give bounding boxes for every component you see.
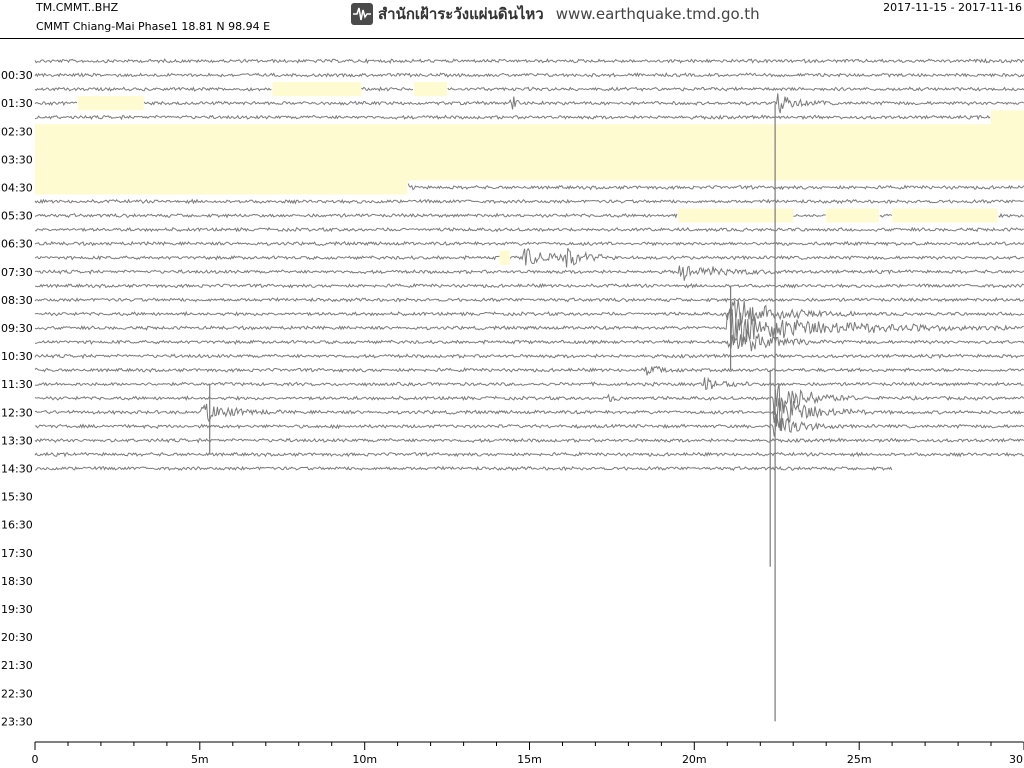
data-gap-8 [35,180,408,195]
x-tick-label-0: 0 [32,753,39,766]
data-gap-12 [499,250,510,265]
trace-row-2 [34,86,1024,92]
trace-row-28 [34,451,1024,458]
y-tick-label-11: 11:30 [1,378,33,391]
trace-row-20 [34,329,1024,352]
data-gap-2 [77,96,144,111]
y-tick-label-0: 00:30 [1,69,33,82]
trace-row-3 [34,93,1024,114]
trace-row-21 [34,353,1024,360]
data-gap-4 [35,124,1024,139]
trace-row-24 [34,383,1024,415]
x-axis: 0 5m 10m 15m 20m 25m 30 [32,741,1024,766]
y-tick-label-5: 05:30 [1,210,33,223]
y-tick-label-8: 08:30 [1,294,33,307]
trace-row-17 [34,296,1024,303]
y-tick-label-20: 20:30 [1,631,33,644]
data-gap-6 [35,152,1024,167]
trace-row-29 [34,465,893,472]
y-tick-label-7: 07:30 [1,266,33,279]
y-tick-label-12: 12:30 [1,406,33,419]
trace-row-22 [34,365,1024,376]
data-gap-5 [35,138,1024,153]
y-tick-label-4: 04:30 [1,181,33,194]
trace-row-18 [35,299,1024,327]
x-tick-label-6: 30 [1009,753,1023,766]
y-tick-label-22: 22:30 [1,687,33,700]
data-gap-10 [826,208,879,223]
y-tick-label-6: 06:30 [1,238,33,251]
x-tick-label-3: 15m [517,753,542,766]
y-tick-label-13: 13:30 [1,434,33,447]
y-tick-label-21: 21:30 [1,659,33,672]
y-tick-label-17: 17:30 [1,547,33,560]
x-tick-label-4: 20m [682,753,707,766]
y-tick-label-3: 03:30 [1,153,33,166]
data-gap-0 [272,82,362,97]
trace-row-27 [34,437,1024,444]
data-gap-7 [35,166,1024,181]
trace-layer [34,58,1024,472]
y-tick-label-15: 15:30 [1,491,33,504]
y-tick-label-9: 09:30 [1,322,33,335]
trace-row-16 [34,282,1024,289]
trace-row-23 [34,376,1024,391]
trace-row-26 [34,414,1024,437]
y-tick-label-19: 19:30 [1,603,33,616]
helicorder-chart: 00:30 01:30 02:30 03:30 04:30 05:30 06:30 07:30… [1,58,1024,766]
x-tick-label-1: 5m [191,753,209,766]
data-gap-1 [414,82,448,97]
trace-row-0 [34,58,1024,65]
trace-row-13 [34,240,1024,247]
y-tick-label-10: 10:30 [1,350,33,363]
y-tick-label-16: 16:30 [1,519,33,532]
trace-row-1 [34,71,1024,78]
y-tick-label-18: 18:30 [1,575,33,588]
data-gap-9 [677,208,794,223]
trace-row-4 [34,114,991,121]
data-gap-11 [892,208,998,223]
trace-row-10 [34,198,1024,205]
data-gap-3 [991,110,1024,125]
y-tick-label-2: 02:30 [1,125,33,138]
y-tick-labels: 00:30 01:30 02:30 03:30 04:30 05:30 06:30 07:30… [1,69,33,728]
trace-row-9 [407,183,1024,191]
trace-row-14 [34,247,1024,268]
y-tick-label-1: 01:30 [1,97,33,110]
y-tick-label-14: 14:30 [1,463,33,476]
data-gap-layer [35,82,1024,265]
trace-row-15 [34,265,1024,281]
trace-row-12 [34,226,1024,233]
x-tick-label-2: 10m [352,753,377,766]
x-tick-label-5: 25m [847,753,872,766]
y-tick-label-23: 23:30 [1,715,33,728]
